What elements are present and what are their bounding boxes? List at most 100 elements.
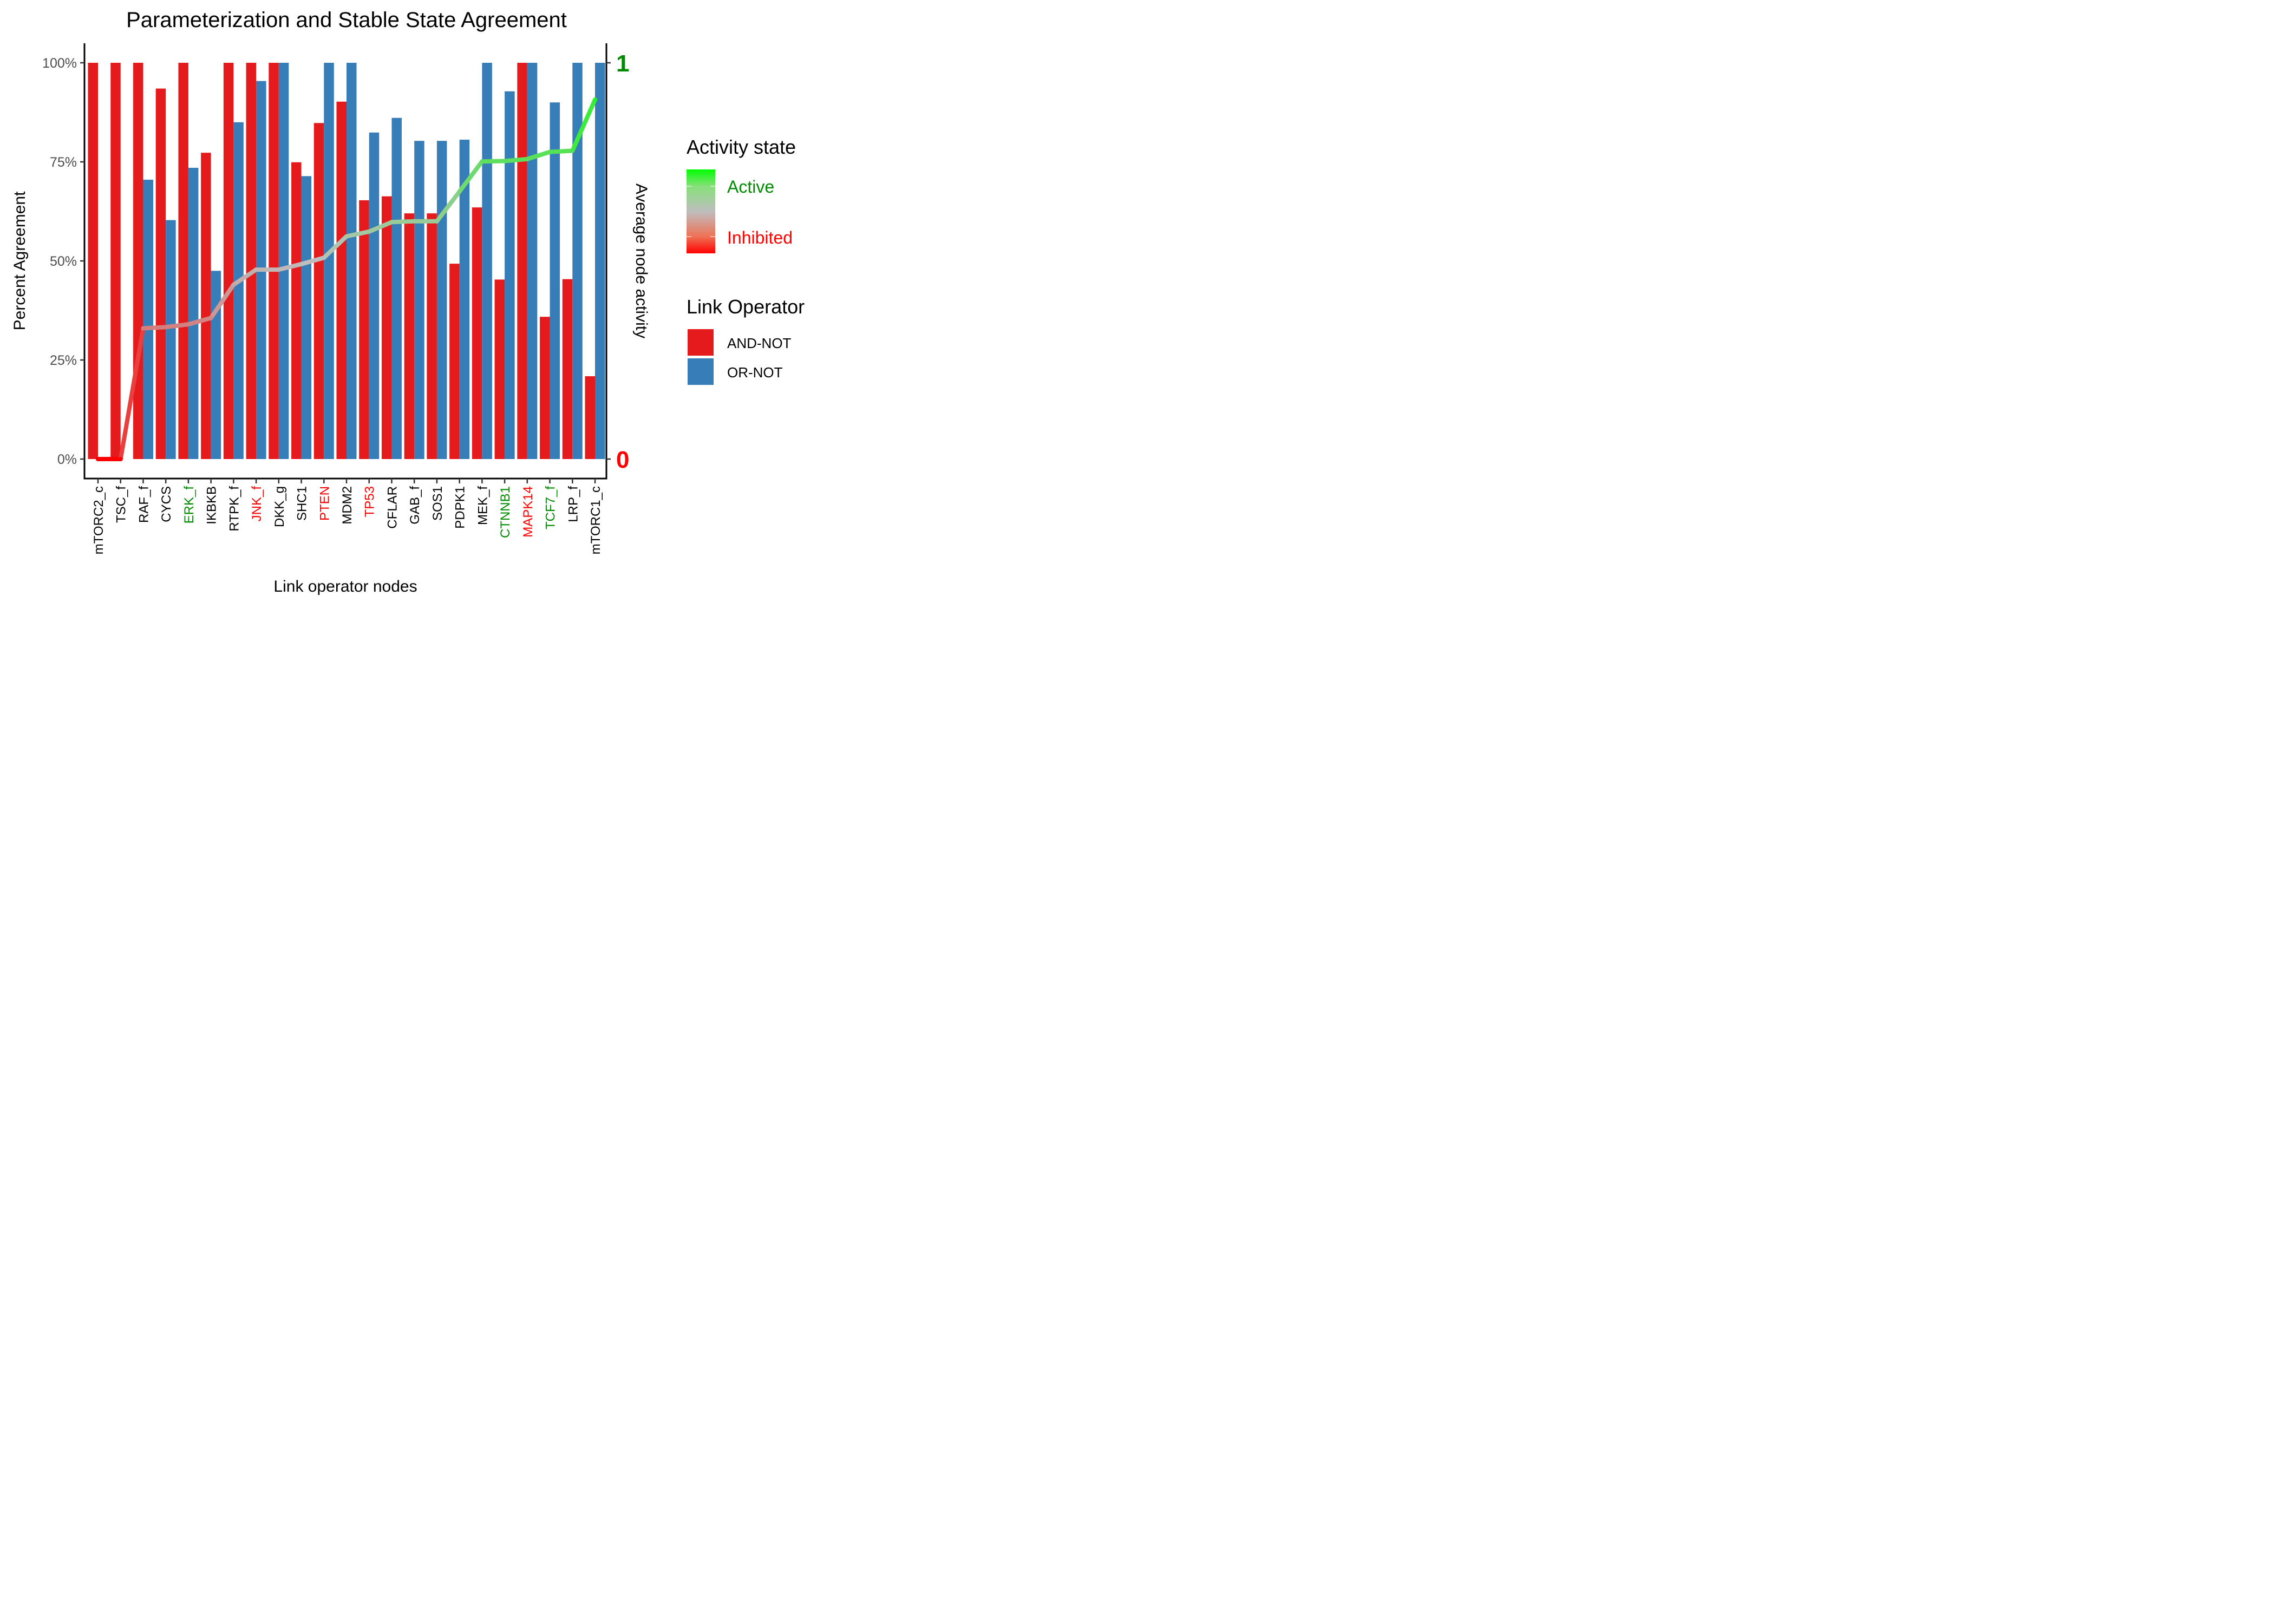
x-tick-label-pdpk1: PDPK1 [453, 486, 468, 529]
x-tick-label-cflar: CFLAR [385, 486, 400, 529]
y2-tick-label: 1 [616, 50, 629, 77]
x-tick-label-mdm2: MDM2 [340, 486, 355, 525]
x-tick-label-mtorc2_c: mTORC2_c [92, 486, 106, 554]
bar-and-not-dkk_g [269, 63, 279, 459]
bar-or-not-cycs [166, 220, 176, 459]
legend-and-not-label: AND-NOT [727, 335, 792, 351]
bar-or-not-ctnnb1 [505, 91, 515, 460]
activity-line-point [164, 325, 168, 330]
chart: Parameterization and Stable State Agreem… [11, 8, 805, 595]
x-tick-label-lrp_f: LRP_f [566, 486, 580, 522]
y2-axis-label: Average node activity [632, 184, 650, 338]
x-tick-label-mtorc1_c: mTORC1_c [589, 486, 603, 554]
bar-and-not-erk_f [178, 63, 188, 459]
activity-line-point [389, 220, 394, 225]
activity-line-segment [389, 219, 417, 225]
bar-or-not-mtorc1_c [595, 63, 605, 459]
bar-or-not-cflar [391, 117, 402, 460]
x-tick-label-raf_f: RAF_f [136, 486, 151, 523]
x-tick-label-tp53: TP53 [363, 486, 377, 517]
chart-title: Parameterization and Stable State Agreem… [126, 8, 567, 32]
bar-and-not-mtorc2_c [88, 63, 98, 459]
bar-and-not-sos1 [427, 213, 437, 459]
bar-and-not-shc1 [291, 162, 302, 459]
bar-and-not-tsc_f [110, 63, 121, 459]
x-tick-label-gab_f: GAB_f [408, 486, 422, 525]
bar-or-not-erk_f [188, 167, 199, 460]
activity-line-point [322, 256, 326, 260]
x-tick-label-tsc_f: TSC_f [114, 486, 129, 523]
bar-or-not-pten [324, 63, 334, 459]
bar-or-not-shc1 [301, 176, 312, 459]
bar-or-not-raf_f [143, 179, 153, 459]
bar-or-not-mdm2 [347, 63, 357, 459]
activity-line-point [299, 261, 304, 266]
x-tick-label-sos1: SOS1 [430, 486, 445, 521]
bar-and-not-mek_f [472, 207, 482, 459]
activity-line-point [141, 326, 146, 331]
y-tick-label: 25% [50, 353, 77, 368]
activity-line-point [525, 156, 530, 161]
x-axis-label: Link operator nodes [273, 578, 417, 595]
bar-and-not-tcf7_f [540, 317, 550, 459]
activity-line-point [344, 234, 349, 239]
activity-line-point [276, 267, 281, 272]
activity-line-point [412, 219, 417, 224]
y-tick-label: 50% [50, 254, 77, 269]
bar-and-not-cycs [155, 88, 166, 459]
bars-layer [88, 63, 605, 460]
x-tick-label-mek_f: MEK_f [475, 486, 490, 525]
activity-line-point [186, 322, 191, 327]
y-tick-label: 0% [57, 452, 77, 467]
legend-swatch-or-not [688, 358, 714, 385]
activity-line-point [208, 316, 213, 320]
x-tick-label-ikbkb: IKBKB [205, 486, 219, 525]
activity-line-segment [164, 322, 191, 330]
bar-and-not-lrp_f [562, 279, 573, 459]
activity-line-point [434, 219, 439, 224]
activity-line-point [457, 189, 462, 194]
bar-and-not-tp53 [359, 200, 369, 459]
bar-or-not-lrp_f [572, 63, 583, 459]
activity-line-point [367, 229, 371, 234]
bar-or-not-mek_f [482, 63, 492, 459]
bar-and-not-ctnnb1 [494, 279, 505, 459]
bar-or-not-tp53 [369, 132, 380, 459]
bar-and-not-mtorc1_c [585, 376, 595, 459]
legend-swatch-and-not [688, 329, 714, 356]
axes-layer: 0% 25% 50% 75% 100% 0 1 mTORC2_c TSC_f RAF_f CYCS E… [42, 43, 629, 554]
legend-activity-title: Activity state [687, 136, 796, 158]
bar-and-not-ikbkb [201, 153, 211, 459]
bar-and-not-gab_f [404, 213, 415, 459]
bar-and-not-jnk_f [246, 63, 257, 459]
activity-line-point [593, 97, 597, 102]
x-tick-label-rtpk_f: RTPK_f [227, 486, 241, 532]
legend-or-not-label: OR-NOT [727, 364, 783, 381]
activity-line-segment [547, 148, 575, 154]
activity-line-point [502, 159, 507, 163]
bar-or-not-gab_f [414, 141, 424, 460]
x-tick-label-cycs: CYCS [159, 486, 174, 522]
bar-or-not-ikbkb [211, 271, 221, 459]
bar-or-not-sos1 [436, 141, 447, 460]
y-tick-label: 75% [50, 155, 77, 170]
bar-and-not-mdm2 [336, 101, 347, 460]
y2-tick-label: 0 [616, 447, 629, 473]
bar-and-not-pten [313, 123, 324, 459]
activity-line-point [570, 148, 575, 153]
legend: Activity state Active Inhibited Link Ope… [687, 136, 805, 385]
x-tick-label-dkk_g: DKK_g [272, 486, 287, 527]
bar-or-not-rtpk_f [233, 122, 244, 460]
bar-and-not-pdpk1 [449, 264, 460, 459]
legend-active-label: Active [727, 177, 774, 197]
bar-and-not-rtpk_f [223, 63, 234, 459]
x-tick-label-tcf7_f: TCF7_f [544, 486, 558, 529]
bar-or-not-dkk_g [278, 63, 289, 459]
x-tick-label-erk_f: ERK_f [182, 486, 197, 524]
y-axis-label: Percent Agreement [11, 191, 29, 330]
legend-operator-title: Link Operator [687, 296, 805, 318]
activity-line-segment [480, 159, 507, 164]
y-tick-label: 100% [42, 56, 77, 71]
activity-line-point [96, 457, 100, 461]
bar-and-not-cflar [381, 196, 392, 459]
